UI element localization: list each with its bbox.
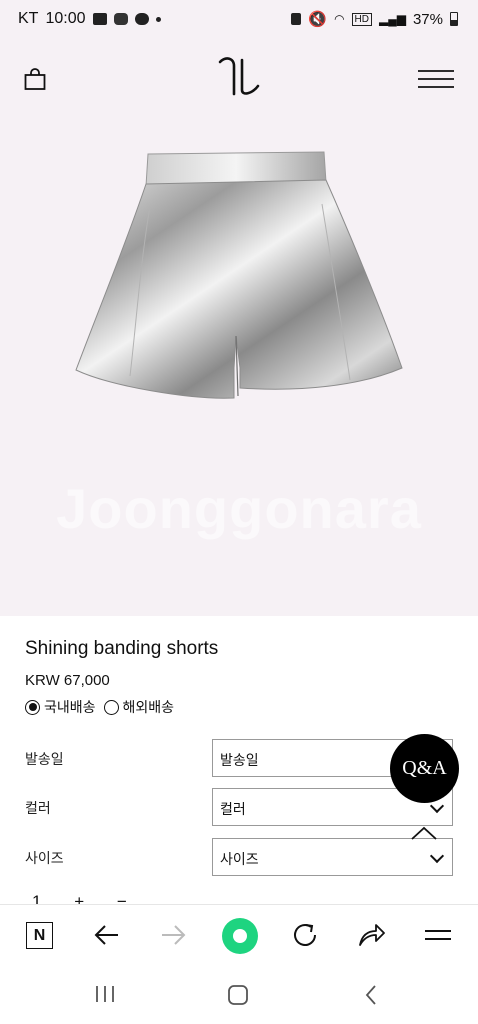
notification-dot-icon [155,16,161,22]
carrier-label: KT [18,10,39,27]
ship-date-value: 발송일 [220,752,259,768]
radio-domestic[interactable] [25,699,40,715]
youtube-icon [113,13,128,25]
battery-percent: 37% [412,10,443,28]
signal-icon: ▂▄▆ [379,12,406,26]
color-value: 컬러 [220,801,246,817]
product-image[interactable] [70,146,410,406]
shipping-overseas-label[interactable]: 해외배송 [123,697,175,717]
option-label-size: 사이즈 [25,850,64,866]
status-right: 🔇 ◠ HD ▂▄▆ 37% [291,10,458,28]
option-row-ship-date: 발송일 발송일 [25,739,453,777]
option-row-color: 컬러 컬러 [25,788,453,826]
option-label-ship-date: 발송일 [25,751,64,767]
forward-arrow-icon[interactable] [158,920,188,950]
radio-overseas[interactable] [103,699,119,715]
battery-icon [450,12,458,26]
product-title: Shining banding shorts [25,638,219,659]
option-row-size: 사이즈 사이즈 [25,838,453,876]
clock: 10:00 [45,10,86,27]
product-hero: Joonggonara [0,38,478,616]
scroll-top-icon[interactable] [410,825,438,841]
cloud-icon [134,13,149,25]
watermark-text: Joonggonara [56,477,422,540]
product-info: Shining banding shorts KRW 67,000 국내배송 해… [25,638,218,717]
wifi-icon: ◠ [334,12,345,26]
brand-logo-icon[interactable] [212,54,264,98]
product-price: KRW 67,000 [25,672,110,689]
battery-saver-icon [291,13,302,25]
size-value: 사이즈 [220,851,259,867]
qa-button[interactable]: Q&A [390,734,459,803]
chevron-down-icon [429,848,445,864]
hd-voice-icon: HD [351,12,372,26]
browser-menu-icon[interactable] [423,920,453,950]
browser-toolbar: N [0,904,478,966]
share-icon[interactable] [356,920,386,950]
mute-icon: 🔇 [308,11,328,28]
home-icon[interactable] [227,984,249,1006]
refresh-icon[interactable] [290,920,320,950]
hamburger-menu-icon[interactable] [418,70,454,88]
status-bar: KT 10:00 🔇 ◠ HD ▂▄▆ 37% [0,0,478,38]
option-label-color: 컬러 [25,800,51,816]
gallery-icon [92,13,107,25]
recent-apps-icon[interactable] [94,984,116,1004]
back-icon[interactable] [363,983,379,1007]
status-left: KT 10:00 [18,10,161,28]
shipping-domestic-label[interactable]: 국내배송 [44,697,96,717]
naver-home-button[interactable]: N [26,922,53,949]
system-nav-bar [0,966,478,1024]
shipping-options: 국내배송 해외배송 [25,697,218,717]
shopping-bag-icon[interactable] [24,68,46,90]
back-arrow-icon[interactable] [92,920,122,950]
green-dot-button[interactable] [222,918,258,954]
size-select[interactable]: 사이즈 [212,838,453,876]
